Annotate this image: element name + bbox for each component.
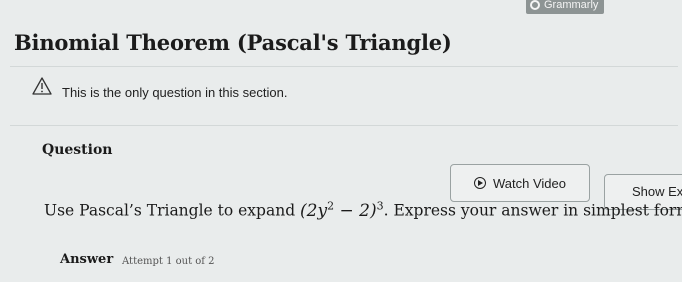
answer-label: Answer xyxy=(60,252,114,267)
question-text: Use Pascal’s Triangle to expand (2y2 − 2… xyxy=(44,199,682,221)
expr-power: 3 xyxy=(376,199,384,212)
warning-icon xyxy=(32,77,52,95)
show-example-label: Show Ex xyxy=(632,184,682,199)
notice-text: This is the only question in this sectio… xyxy=(62,85,288,100)
attempt-counter: Attempt 1 out of 2 xyxy=(122,256,215,267)
question-suffix: . Express your answer in simplest form. xyxy=(383,201,682,220)
grammarly-label: Grammarly xyxy=(544,0,599,11)
watch-video-label: Watch Video xyxy=(493,175,566,191)
grammarly-icon xyxy=(530,0,540,10)
expr-var: y xyxy=(317,200,328,221)
expr-open: (2 xyxy=(300,200,318,221)
question-label: Question xyxy=(42,142,113,158)
question-expression: (2y2 − 2)3 xyxy=(300,199,384,221)
page-title: Binomial Theorem (Pascal's Triangle) xyxy=(14,30,452,55)
grammarly-badge[interactable]: Grammarly xyxy=(526,0,605,14)
watch-video-button[interactable]: Watch Video xyxy=(450,164,590,202)
section-notice: This is the only question in this sectio… xyxy=(10,66,678,126)
expr-mid: − 2) xyxy=(334,200,377,221)
play-icon xyxy=(474,177,486,189)
question-prefix: Use Pascal’s Triangle to expand xyxy=(44,201,301,220)
